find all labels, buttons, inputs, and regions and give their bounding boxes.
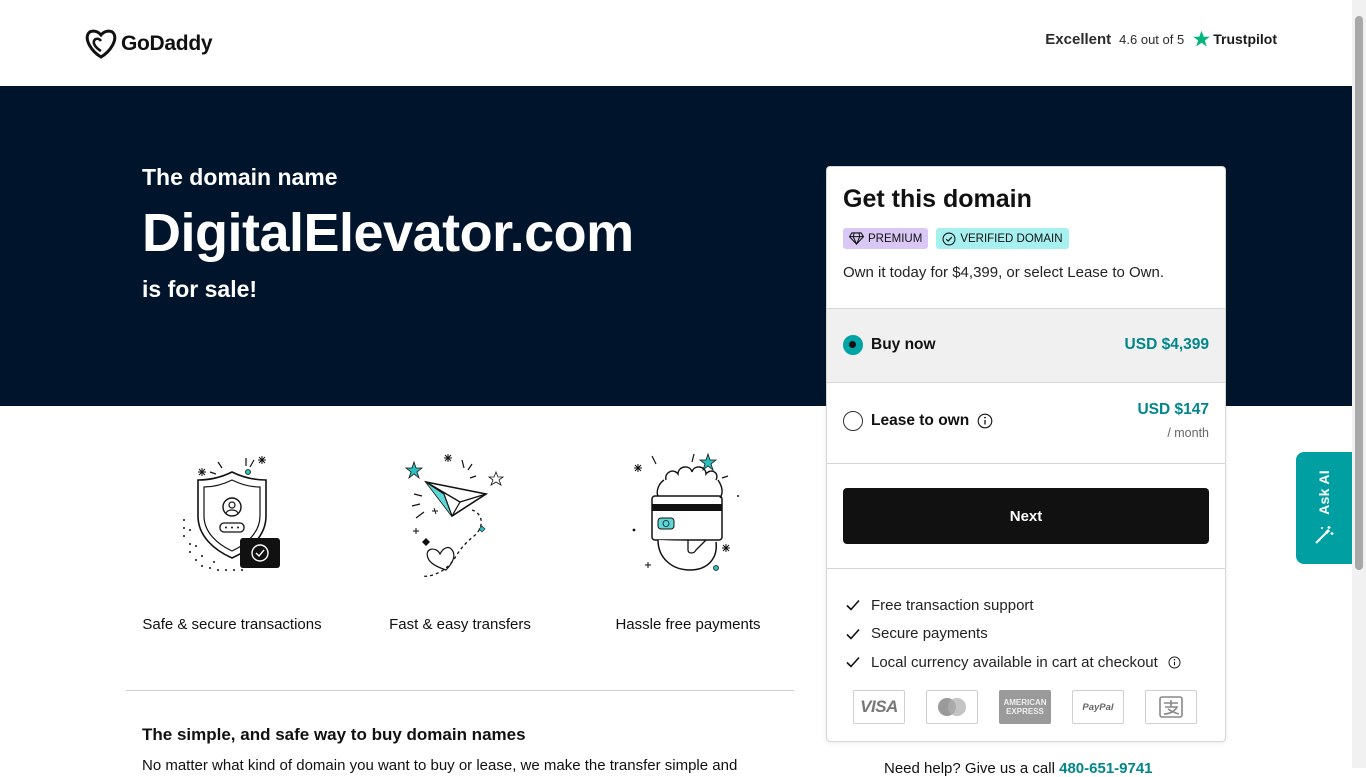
lease-label: Lease to own xyxy=(871,412,970,429)
info-icon[interactable] xyxy=(977,413,993,429)
paypal-icon: PayPal xyxy=(1072,690,1124,724)
domain-badges: PREMIUM VERIFIED DOMAIN xyxy=(843,228,1069,249)
godaddy-logo-icon xyxy=(85,29,117,59)
domain-name-heading: DigitalElevator.com xyxy=(142,203,634,263)
magic-wand-icon xyxy=(1315,526,1334,545)
checkmark-icon xyxy=(846,599,860,611)
amex-icon: AMERICAN EXPRESS xyxy=(999,690,1051,724)
list-item: Free transaction support xyxy=(827,591,1225,620)
buy-now-radio[interactable] xyxy=(843,335,863,355)
godaddy-logo[interactable]: GoDaddy xyxy=(85,29,213,59)
list-item: Local currency available in cart at chec… xyxy=(827,648,1225,677)
trustpilot-rating[interactable]: Excellent 4.6 out of 5 Trustpilot xyxy=(1045,30,1277,48)
feature-secure: Safe & secure transactions xyxy=(126,450,338,633)
card-title: Get this domain xyxy=(843,185,1032,213)
list-item: Secure payments xyxy=(827,620,1225,649)
mastercard-icon xyxy=(926,690,978,724)
verified-check-icon xyxy=(942,232,956,245)
lease-label-group: Lease to own xyxy=(871,412,993,430)
buy-now-price: USD $4,399 xyxy=(1124,336,1209,353)
payment-methods: VISA AMERICAN EXPRESS PayPal xyxy=(853,690,1197,724)
section-divider xyxy=(126,690,794,691)
lease-radio[interactable] xyxy=(843,411,863,431)
hero-subtitle: The domain name xyxy=(142,164,338,190)
feature-caption: Hassle free payments xyxy=(615,616,761,633)
trustpilot-label: Trustpilot xyxy=(1213,31,1277,47)
shield-icon xyxy=(183,456,280,571)
help-text: Need help? Give us a call 480-651-9741 xyxy=(884,760,1153,777)
lease-option[interactable]: Lease to own USD $147 / month xyxy=(827,382,1225,463)
trustpilot-brand: Trustpilot xyxy=(1192,30,1277,48)
info-icon[interactable] xyxy=(1168,656,1181,669)
logo-wordmark: GoDaddy xyxy=(121,32,213,55)
page-scrollbar[interactable] xyxy=(1352,0,1366,768)
info-body: No matter what kind of domain you want t… xyxy=(142,757,738,774)
help-phone-link[interactable]: 480-651-9741 xyxy=(1059,760,1152,777)
visa-icon: VISA xyxy=(853,690,905,724)
buy-now-label: Buy now xyxy=(871,336,936,353)
perk-label: Free transaction support xyxy=(871,596,1034,614)
site-header: GoDaddy Excellent 4.6 out of 5 Trustpilo… xyxy=(0,0,1352,86)
feature-caption: Fast & easy transfers xyxy=(389,616,531,633)
checkmark-icon xyxy=(846,628,860,640)
lease-unit: / month xyxy=(1167,426,1209,440)
perk-label: Secure payments xyxy=(871,625,988,643)
premium-badge: PREMIUM xyxy=(843,228,929,249)
purchase-card: Get this domain PREMIUM VERIFIED DOMAIN … xyxy=(826,166,1226,742)
diamond-icon xyxy=(849,232,864,245)
perk-label: Local currency available in cart at chec… xyxy=(871,653,1158,671)
feature-payments: Hassle free payments xyxy=(582,450,794,633)
trust-rating-label: Excellent xyxy=(1045,30,1112,48)
help-label: Need help? Give us a call xyxy=(884,760,1055,777)
trustpilot-star-icon xyxy=(1193,30,1210,47)
info-title: The simple, and safe way to buy domain n… xyxy=(142,725,526,744)
next-section: Next xyxy=(827,463,1225,568)
lease-price: USD $147 xyxy=(1137,401,1209,418)
feature-caption: Safe & secure transactions xyxy=(142,616,322,633)
next-button[interactable]: Next xyxy=(843,488,1209,544)
premium-badge-label: PREMIUM xyxy=(868,232,923,245)
feature-transfers: Fast & easy transfers xyxy=(354,450,566,633)
checkmark-icon xyxy=(846,656,860,668)
features-row: Safe & secure transactions Fast & easy t… xyxy=(126,450,794,640)
ask-ai-label: Ask AI xyxy=(1316,469,1332,515)
alipay-icon xyxy=(1145,690,1197,724)
verified-badge: VERIFIED DOMAIN xyxy=(936,228,1069,249)
paper-plane-icon xyxy=(404,454,505,577)
scrollbar-thumb[interactable] xyxy=(1355,16,1363,570)
verified-badge-label: VERIFIED DOMAIN xyxy=(960,232,1063,245)
for-sale-text: is for sale! xyxy=(142,276,258,302)
trust-score: 4.6 out of 5 xyxy=(1119,31,1185,47)
card-description: Own it today for $4,399, or select Lease… xyxy=(843,264,1165,281)
ask-ai-tab[interactable]: Ask AI xyxy=(1296,452,1352,564)
buy-now-option[interactable]: Buy now USD $4,399 xyxy=(827,308,1225,382)
card-payment-icon xyxy=(632,452,739,571)
perks-list: Free transaction support Secure payments… xyxy=(827,568,1225,677)
